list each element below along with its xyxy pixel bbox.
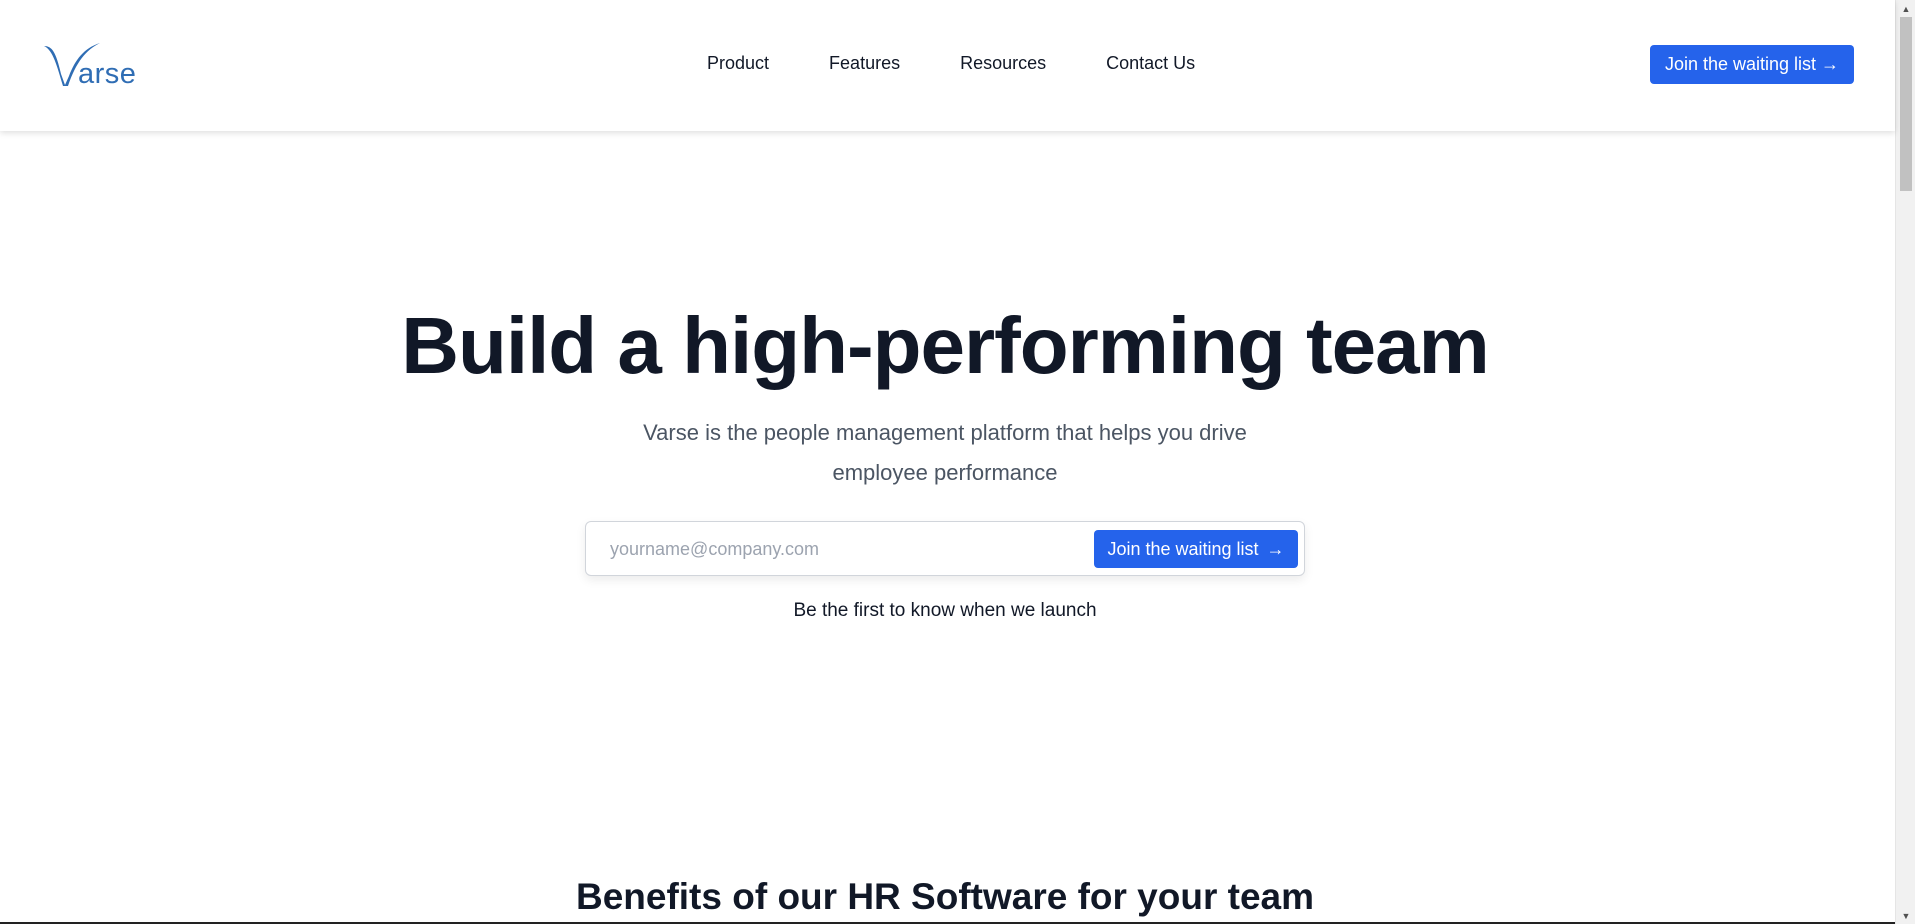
benefits-heading: Benefits of our HR Software for your tea… xyxy=(575,876,1315,917)
site-header: arse Product Features Resources Contact … xyxy=(0,0,1895,131)
header-join-waitlist-button[interactable]: Join the waiting list → xyxy=(1650,45,1854,84)
triangle-down-icon[interactable]: ▼ xyxy=(1896,907,1915,924)
nav-item-product[interactable]: Product xyxy=(707,53,769,74)
nav-item-features[interactable]: Features xyxy=(829,53,900,74)
logo-wordmark: arse xyxy=(78,58,137,90)
triangle-up-icon[interactable]: ▲ xyxy=(1896,0,1915,17)
nav-item-resources[interactable]: Resources xyxy=(960,53,1046,74)
main-nav: Product Features Resources Contact Us xyxy=(707,53,1195,74)
arrow-right-icon: → xyxy=(1266,538,1285,559)
join-waitlist-label: Join the waiting list xyxy=(1107,538,1259,559)
browser-viewport: arse Product Features Resources Contact … xyxy=(0,0,1915,924)
email-input[interactable] xyxy=(610,532,1070,566)
join-waitlist-button[interactable]: Join the waiting list → xyxy=(1094,530,1298,568)
page-scrollbar[interactable]: ▲ ▼ xyxy=(1895,0,1915,924)
launch-note: Be the first to know when we launch xyxy=(793,600,1097,621)
hero-title: Build a high-performing team xyxy=(401,301,1490,390)
nav-item-contact-us[interactable]: Contact Us xyxy=(1106,53,1195,74)
scrollbar-thumb[interactable] xyxy=(1900,17,1912,191)
waitlist-signup-form: Join the waiting list → xyxy=(585,521,1305,576)
hero-subtitle: Varse is the people management platform … xyxy=(643,420,1247,485)
landing-page: arse Product Features Resources Contact … xyxy=(0,0,1895,924)
